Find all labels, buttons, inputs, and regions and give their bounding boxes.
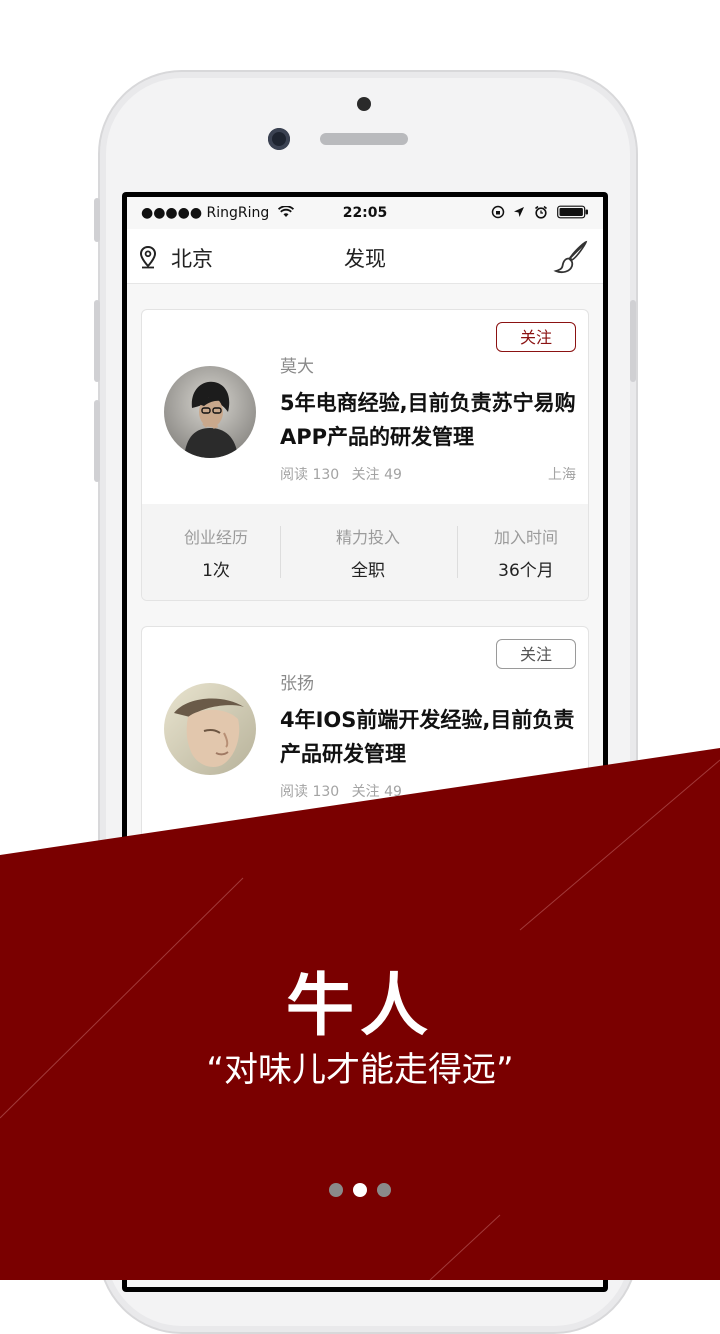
avatar[interactable] [164,366,256,458]
page-dot[interactable] [377,1183,391,1197]
follow-count: 关注 49 [351,784,402,800]
alarm-icon [534,205,547,219]
page-title: 发现 [344,247,386,271]
battery-icon [557,205,588,219]
status-bar: ●●●●● RingRing 22:05 [127,197,603,229]
avatar-image [164,366,256,458]
stat-value: 1次 [202,561,230,581]
read-count: 阅读 130 [280,467,340,483]
page-dot[interactable] [353,1183,367,1197]
user-description: 5年电商经验,目前负责苏宁易购APP产品的研发管理 [280,391,576,449]
card-meta: 阅读 130 关注 49 [280,781,402,801]
phone-power-button [630,300,636,382]
follow-button[interactable]: 关注 [496,639,576,669]
stat-value: 全职 [351,561,385,581]
card-meta: 阅读 130 关注 49 [280,464,402,484]
status-icons [491,204,589,220]
phone-volume-down [94,400,100,482]
banner-tagline: “对味儿才能走得远” [206,1050,514,1090]
talent-card[interactable]: 关注 莫大 5年电商经验,目前负责苏宁易购APP产品的研发管理 阅读 130 关… [141,309,589,601]
talent-card[interactable]: 关注 张扬 4年IOS前端开发经验,目前负责产品研发管理 阅读 130 关注 4… [141,626,589,918]
location-arrow-icon [514,207,525,217]
read-count: 阅读 130 [280,784,340,800]
follow-count: 关注 49 [351,467,402,483]
earpiece-speaker [320,133,408,145]
stat-label: 精力投入 [335,528,400,547]
phone-mute-switch [94,198,100,242]
rotation-lock-icon [491,205,504,219]
stat-label: 加入时间 [493,528,558,547]
avatar[interactable] [164,683,256,775]
front-camera [268,128,290,150]
app-screen: ●●●●● RingRing 22:05 北京 发现 关注 莫大 5年电商经验,… [127,197,603,1287]
stat-entrepreneurship: 创业经历 1次 [142,504,290,581]
stat-join-time: 加入时间 36个月 [452,504,588,581]
user-name: 莫大 [280,357,314,377]
proximity-sensor [357,97,371,111]
user-description: 4年IOS前端开发经验,目前负责产品研发管理 [280,708,575,766]
follow-button[interactable]: 关注 [496,322,576,352]
page-dot[interactable] [329,1183,343,1197]
banner-headline: 牛人 [285,967,434,1046]
brush-icon[interactable] [553,239,589,275]
divider [280,526,281,578]
stat-commitment: 精力投入 全职 [294,504,442,581]
phone-volume-up [94,300,100,382]
location-label: 上海 [548,467,576,483]
stats-bar: 创业经历 1次 精力投入 全职 加入时间 36个月 [142,504,588,600]
stat-label: 创业经历 [183,528,248,547]
avatar-image [164,683,256,775]
nav-bar: 北京 发现 [127,229,603,284]
stat-value: 36个月 [498,561,554,581]
user-name: 张扬 [280,674,314,694]
page-indicator[interactable] [0,1182,720,1201]
